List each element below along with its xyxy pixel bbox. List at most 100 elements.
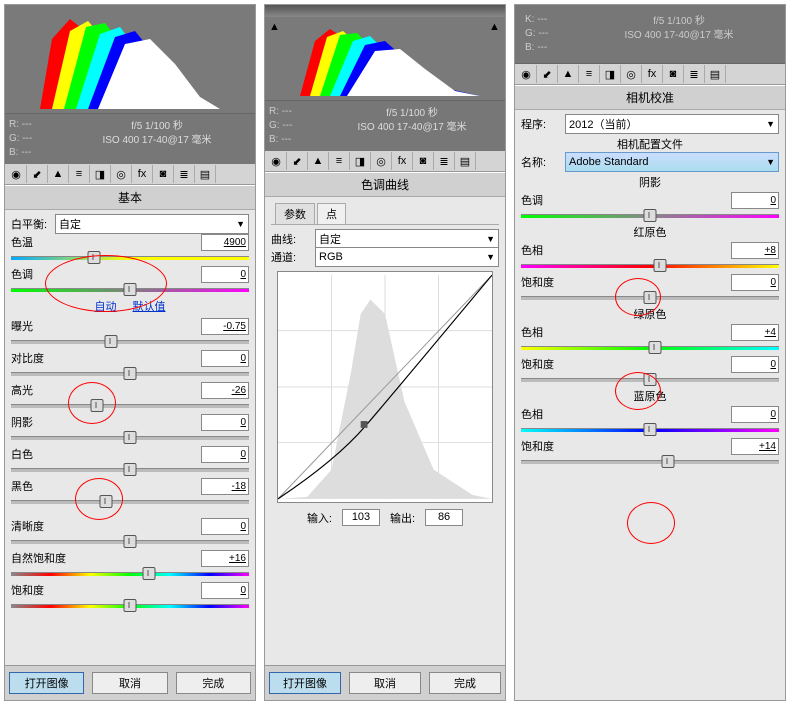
green-sat-slider[interactable]: [521, 374, 779, 384]
vibrance-value[interactable]: +16: [201, 550, 249, 567]
channel-label: 通道:: [271, 249, 315, 265]
cancel-button-2[interactable]: 取消: [349, 672, 421, 694]
shadow-tint-value[interactable]: 0: [731, 192, 779, 209]
auto-link[interactable]: 自动: [95, 301, 117, 313]
done-button-2[interactable]: 完成: [429, 672, 501, 694]
vibrance-slider[interactable]: [11, 568, 249, 578]
blacks-value[interactable]: -18: [201, 478, 249, 495]
tint-value[interactable]: 0: [201, 266, 249, 283]
blue-hue-label: 色相: [521, 406, 565, 422]
blue-hue-value[interactable]: 0: [731, 406, 779, 423]
open-image-button-2[interactable]: 打开图像: [269, 672, 341, 694]
channel-select[interactable]: RGB▼: [315, 247, 499, 267]
curve-editor[interactable]: [277, 271, 493, 503]
saturation-value[interactable]: 0: [201, 582, 249, 599]
lens-icon[interactable]: ◎: [111, 165, 132, 183]
lens-icon[interactable]: ◎: [371, 152, 392, 170]
blue-sat-label: 饱和度: [521, 438, 565, 454]
tab-param[interactable]: 参数: [275, 203, 315, 224]
snapshot-icon[interactable]: ▤: [705, 65, 726, 83]
green-hue-slider[interactable]: [521, 342, 779, 352]
temp-slider[interactable]: [11, 252, 249, 262]
aperture-icon[interactable]: ◉: [266, 152, 287, 170]
lens-icon[interactable]: ◎: [621, 65, 642, 83]
done-button[interactable]: 完成: [176, 672, 251, 694]
clarity-slider[interactable]: [11, 536, 249, 546]
output-value[interactable]: 86: [425, 509, 463, 526]
detail-icon[interactable]: ▲: [308, 152, 329, 170]
red-hue-value[interactable]: +8: [731, 242, 779, 259]
fx-icon[interactable]: fx: [642, 65, 663, 83]
shadow-tint-slider[interactable]: [521, 210, 779, 220]
green-sat-value[interactable]: 0: [731, 356, 779, 373]
input-value[interactable]: 103: [342, 509, 380, 526]
green-hue-label: 色相: [521, 324, 565, 340]
icon-tabs-1[interactable]: ◉ ⬋ ▲ ≡ ◨ ◎ fx ◙ ≣ ▤: [5, 164, 255, 185]
red-sat-slider[interactable]: [521, 292, 779, 302]
hsl-icon[interactable]: ≡: [69, 165, 90, 183]
blue-hue-slider[interactable]: [521, 424, 779, 434]
detail-icon[interactable]: ▲: [48, 165, 69, 183]
tint-label: 色调: [11, 266, 55, 282]
aperture-icon[interactable]: ◉: [6, 165, 27, 183]
split-icon[interactable]: ◨: [350, 152, 371, 170]
snapshot-icon[interactable]: ▤: [455, 152, 476, 170]
temp-value[interactable]: 4900: [201, 234, 249, 251]
split-icon[interactable]: ◨: [90, 165, 111, 183]
tonecurve-panel: ▲ ▲ R: ---G: ---B: --- f/5 1/100 秒ISO 40…: [264, 4, 506, 701]
highlights-value[interactable]: -26: [201, 382, 249, 399]
red-hue-slider[interactable]: [521, 260, 779, 270]
icon-tabs-3[interactable]: ◉⬋▲≡◨◎fx◙≣▤: [515, 64, 785, 85]
whites-slider[interactable]: [11, 464, 249, 474]
red-heading: 红原色: [521, 224, 779, 240]
camera-icon[interactable]: ◙: [153, 165, 174, 183]
contrast-slider[interactable]: [11, 368, 249, 378]
tab-point[interactable]: 点: [317, 203, 346, 224]
blacks-slider[interactable]: [11, 496, 249, 506]
exposure-value[interactable]: -0.75: [201, 318, 249, 335]
preset-icon[interactable]: ≣: [434, 152, 455, 170]
shadows-slider[interactable]: [11, 432, 249, 442]
exposure-slider[interactable]: [11, 336, 249, 346]
highlights-slider[interactable]: [11, 400, 249, 410]
camera-icon[interactable]: ◙: [663, 65, 684, 83]
profile-select[interactable]: Adobe Standard▼: [565, 152, 779, 172]
split-icon[interactable]: ◨: [600, 65, 621, 83]
whites-value[interactable]: 0: [201, 446, 249, 463]
green-hue-value[interactable]: +4: [731, 324, 779, 341]
window-top-strip: [265, 5, 505, 17]
wb-label: 白平衡:: [11, 216, 55, 232]
curve-icon[interactable]: ⬋: [27, 165, 48, 183]
red-sat-value[interactable]: 0: [731, 274, 779, 291]
exposure-label: 曝光: [11, 318, 55, 334]
cancel-button[interactable]: 取消: [92, 672, 167, 694]
fx-icon[interactable]: fx: [132, 165, 153, 183]
wb-select[interactable]: 自定▼: [55, 214, 249, 234]
blue-sat-slider[interactable]: [521, 456, 779, 466]
highlight-clip-icon[interactable]: ▲: [489, 21, 501, 96]
curve-icon[interactable]: ⬋: [287, 152, 308, 170]
red-highlight-6: [627, 502, 675, 544]
shadows-value[interactable]: 0: [201, 414, 249, 431]
curve-icon[interactable]: ⬋: [537, 65, 558, 83]
curve-select[interactable]: 自定▼: [315, 229, 499, 249]
detail-icon[interactable]: ▲: [558, 65, 579, 83]
clarity-value[interactable]: 0: [201, 518, 249, 535]
hsl-icon[interactable]: ≡: [329, 152, 350, 170]
icon-tabs-2[interactable]: ◉⬋▲≡◨◎fx◙≣▤: [265, 151, 505, 172]
open-image-button[interactable]: 打开图像: [9, 672, 84, 694]
preset-icon[interactable]: ≣: [174, 165, 195, 183]
fx-icon[interactable]: fx: [392, 152, 413, 170]
snapshot-icon[interactable]: ▤: [195, 165, 216, 183]
default-link[interactable]: 默认值: [133, 301, 166, 313]
shadow-clip-icon[interactable]: ▲: [269, 21, 281, 96]
tint-slider[interactable]: [11, 284, 249, 294]
hsl-icon[interactable]: ≡: [579, 65, 600, 83]
camera-icon[interactable]: ◙: [413, 152, 434, 170]
blue-sat-value[interactable]: +14: [731, 438, 779, 455]
saturation-slider[interactable]: [11, 600, 249, 610]
process-select[interactable]: 2012（当前）▼: [565, 114, 779, 134]
contrast-value[interactable]: 0: [201, 350, 249, 367]
aperture-icon[interactable]: ◉: [516, 65, 537, 83]
preset-icon[interactable]: ≣: [684, 65, 705, 83]
